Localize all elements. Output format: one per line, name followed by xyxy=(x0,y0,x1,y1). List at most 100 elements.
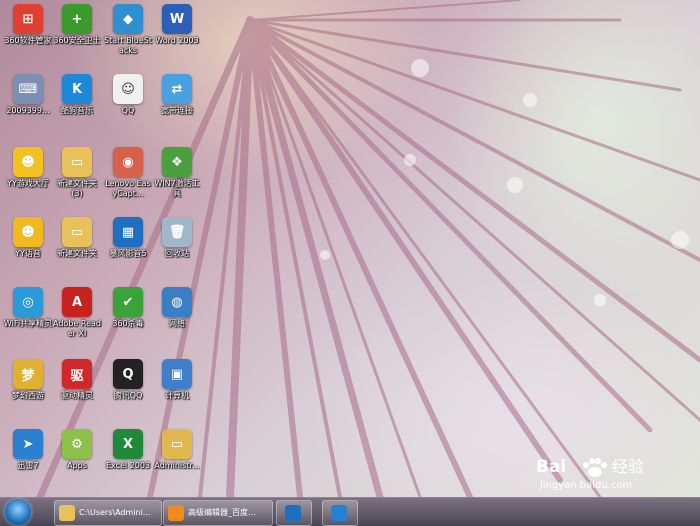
network-icon: ◍ xyxy=(162,287,192,317)
desktop-icon-baofeng[interactable]: ▦ 暴风影音5 xyxy=(103,217,153,259)
desktop-icon-label: YY语音 xyxy=(15,249,41,258)
desktop-icon-broadband[interactable]: ⇄ 宽带连接 xyxy=(152,74,202,116)
taskbar-button-explorer-folder[interactable]: C:\Users\Admini... xyxy=(54,500,162,526)
win7-activate-icon: ❖ xyxy=(162,147,192,177)
desktop-icon-360-antivirus[interactable]: ✔ 360杀毒 xyxy=(103,287,153,329)
desktop-icon-label: Word 2003 xyxy=(155,36,199,45)
taskbar-button-label: 高级编辑器_百度... xyxy=(188,508,256,517)
desktop-icon-label: 新建文件夹 (3) xyxy=(57,179,97,198)
yy-game-icon: ☻ xyxy=(13,147,43,177)
taskbar-button-browser[interactable]: 高级编辑器_百度... xyxy=(163,500,273,526)
desktop-icon-label: 腾讯QQ xyxy=(113,391,143,400)
360-softmgr-icon: ⊞ xyxy=(13,4,43,34)
xunlei-icon: ➤ xyxy=(13,429,43,459)
baidu-jingyan-watermark: Bai 经验 jingyan.baidu.com xyxy=(536,452,666,496)
desktop-icon-label: Adobe Reader XI xyxy=(53,319,101,338)
adobe-reader-icon: A xyxy=(62,287,92,317)
desktop-icon-label: 梦幻西游 xyxy=(12,391,44,400)
desktop-icon-label: YY游戏大厅 xyxy=(7,179,49,188)
desktop-icon-label: Start BlueStacks xyxy=(103,36,152,55)
xunlei-task-icon xyxy=(331,505,347,521)
360-safe-icon: + xyxy=(62,4,92,34)
driver-genius-icon: 驱 xyxy=(62,359,92,389)
desktop-icon-keyboard[interactable]: ⌨ 2009399... xyxy=(3,74,53,116)
desktop-icon-label: 360软件管家 xyxy=(4,36,52,45)
desktop-icon-adobe-reader[interactable]: A Adobe Reader XI xyxy=(52,287,102,339)
baofeng-task-icon xyxy=(285,505,301,521)
desktop-icon-360-softmgr[interactable]: ⊞ 360软件管家 xyxy=(3,4,53,46)
360-antivirus-icon: ✔ xyxy=(113,287,143,317)
keyboard-icon: ⌨ xyxy=(13,74,43,104)
watermark-brand: Bai xyxy=(536,457,566,477)
desktop-icon-label: 迅雷7 xyxy=(17,461,39,470)
desktop-icon-qq-shortcut[interactable]: ☺ QQ xyxy=(103,74,153,116)
desktop-icon-label: 回收站 xyxy=(165,249,189,258)
desktop-icon-label: 网络 xyxy=(169,319,185,328)
desktop-icon-label: 酷狗音乐 xyxy=(61,106,93,115)
folder-icon: ▭ xyxy=(62,217,92,247)
taskbar-button-baofeng-task[interactable] xyxy=(276,500,312,526)
desktop-icon-folder[interactable]: ▭ 新建文件夹 (3) xyxy=(52,147,102,199)
tencent-qq-icon: Q xyxy=(113,359,143,389)
desktop-icon-win7-activate[interactable]: ❖ WIN7激活工具 xyxy=(152,147,202,199)
computer-icon: ▣ xyxy=(162,359,192,389)
broadband-icon: ⇄ xyxy=(162,74,192,104)
desktop-icon-wifi[interactable]: ◎ WiFi共享精灵 xyxy=(3,287,53,329)
desktop-icon-kugou[interactable]: K 酷狗音乐 xyxy=(52,74,102,116)
qq-shortcut-icon: ☺ xyxy=(113,74,143,104)
desktop-icon-menghuan[interactable]: 梦梦幻西游 xyxy=(3,359,53,401)
desktop-icon-driver-genius[interactable]: 驱驱动精灵 xyxy=(52,359,102,401)
taskbar-button-label: C:\Users\Admini... xyxy=(79,508,151,517)
desktop-icon-label: 2009399... xyxy=(6,106,50,115)
desktop-icon-label: 360杀毒 xyxy=(112,319,144,328)
desktop-icon-excel[interactable]: X Excel 2003 xyxy=(103,429,153,471)
menghuan-icon: 梦 xyxy=(13,359,43,389)
desktop-icon-user-folder[interactable]: ▭ Administr... xyxy=(152,429,202,471)
desktop-icon-folder[interactable]: ▭ 新建文件夹 xyxy=(52,217,102,259)
desktop-icon-word[interactable]: W Word 2003 xyxy=(152,4,202,46)
desktop-icon-bluestacks[interactable]: ◆ Start BlueStacks xyxy=(103,4,153,56)
kugou-icon: K xyxy=(62,74,92,104)
desktop-icon-network[interactable]: ◍ 网络 xyxy=(152,287,202,329)
taskbar-button-xunlei-task[interactable] xyxy=(322,500,358,526)
desktop-icon-recycle-bin[interactable]: 🗑 回收站 xyxy=(152,217,202,259)
desktop-icon-android-apps[interactable]: ⚙ Apps xyxy=(52,429,102,471)
desktop-icon-yy-game[interactable]: ☻ YY游戏大厅 xyxy=(3,147,53,189)
android-apps-icon: ⚙ xyxy=(62,429,92,459)
desktop-icon-label: Lenovo EasyCapt... xyxy=(105,179,151,198)
desktop-icon-tencent-qq[interactable]: Q 腾讯QQ xyxy=(103,359,153,401)
desktop-icon-camera[interactable]: ◉ Lenovo EasyCapt... xyxy=(103,147,153,199)
watermark-brand2: 经验 xyxy=(612,457,644,476)
baofeng-icon: ▦ xyxy=(113,217,143,247)
camera-icon: ◉ xyxy=(113,147,143,177)
desktop-icon-label: 计算机 xyxy=(165,391,189,400)
explorer-folder-icon xyxy=(59,505,75,521)
bluestacks-icon: ◆ xyxy=(113,4,143,34)
desktop-icon-label: QQ xyxy=(121,106,135,115)
word-icon: W xyxy=(162,4,192,34)
desktop-icon-label: Excel 2003 xyxy=(105,461,151,470)
user-folder-icon: ▭ xyxy=(162,429,192,459)
desktop-icon-label: WIN7激活工具 xyxy=(154,179,200,198)
desktop-icon-computer[interactable]: ▣ 计算机 xyxy=(152,359,202,401)
desktop-icon-xunlei[interactable]: ➤ 迅雷7 xyxy=(3,429,53,471)
desktop-icon-label: 360安全卫士 xyxy=(53,36,101,45)
desktop-icon-label: 新建文件夹 xyxy=(57,249,97,258)
wifi-icon: ◎ xyxy=(13,287,43,317)
desktop-icon-label: 驱动精灵 xyxy=(61,391,93,400)
browser-icon xyxy=(168,505,184,521)
excel-icon: X xyxy=(113,429,143,459)
taskbar: C:\Users\Admini... 高级编辑器_百度... xyxy=(0,497,700,526)
recycle-bin-icon: 🗑 xyxy=(162,217,192,247)
desktop-icon-label: 宽带连接 xyxy=(161,106,193,115)
desktop-icon-yy-voice[interactable]: ☻ YY语音 xyxy=(3,217,53,259)
desktop-icon-label: WiFi共享精灵 xyxy=(3,319,53,328)
desktop-icon-label: Apps xyxy=(67,461,87,470)
watermark-url: jingyan.baidu.com xyxy=(539,480,632,491)
desktop-icon-360-safe[interactable]: +360安全卫士 xyxy=(52,4,102,46)
desktop-icon-label: Administr... xyxy=(154,461,200,470)
start-button[interactable] xyxy=(5,499,31,525)
yy-voice-icon: ☻ xyxy=(13,217,43,247)
desktop-icon-label: 暴风影音5 xyxy=(109,249,147,258)
folder-icon: ▭ xyxy=(62,147,92,177)
